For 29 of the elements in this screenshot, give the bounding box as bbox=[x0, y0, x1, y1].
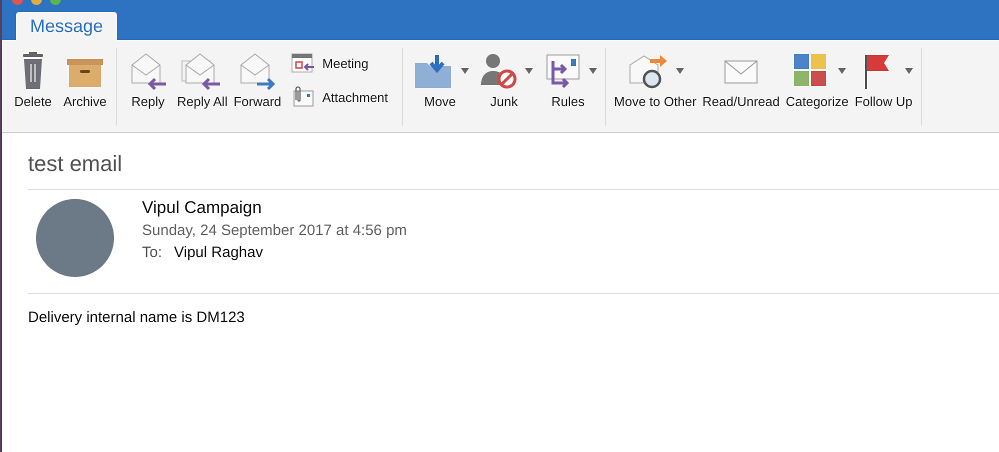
ribbon-tab[interactable]: Message bbox=[16, 12, 118, 40]
caret-icon bbox=[525, 68, 534, 74]
ribbon-button[interactable]: Rules bbox=[537, 48, 600, 109]
caret-icon bbox=[838, 68, 846, 74]
caret-icon bbox=[589, 68, 598, 74]
ribbon-button[interactable]: Reply All bbox=[175, 48, 230, 109]
ribbon-button[interactable]: Archive bbox=[60, 48, 110, 109]
ribbon-button[interactable]: Categorize bbox=[784, 48, 851, 109]
ribbon-button[interactable]: Junk bbox=[473, 48, 536, 109]
caret-icon bbox=[904, 68, 913, 74]
ribbon-button[interactable]: Move to Other bbox=[612, 48, 698, 109]
ribbon-button[interactable]: Attachment bbox=[291, 86, 388, 108]
sender-name: Vipul Campaign bbox=[142, 197, 263, 219]
email-body: Delivery internal name is DM123 bbox=[28, 308, 246, 326]
caret-icon bbox=[676, 68, 684, 74]
ribbon-button[interactable]: Read/Unread bbox=[700, 48, 782, 109]
ribbon-button[interactable]: Move bbox=[409, 48, 472, 109]
recipient-name: Vipul Raghav bbox=[174, 243, 263, 263]
email-subject: test email bbox=[28, 151, 124, 178]
ribbon-button[interactable]: Forward bbox=[232, 48, 284, 109]
ribbon-button[interactable]: Delete bbox=[8, 48, 58, 109]
sent-date: Sunday, 24 September 2017 at 4:56 pm bbox=[142, 221, 407, 241]
ribbon-button[interactable]: Follow Up bbox=[852, 48, 915, 109]
caret-icon bbox=[461, 68, 470, 74]
ribbon-button[interactable]: Meeting bbox=[291, 52, 388, 74]
paperclip-icon bbox=[291, 86, 316, 108]
calendar-icon bbox=[291, 52, 316, 74]
ribbon-button[interactable]: Reply bbox=[123, 48, 173, 109]
to-label: To: bbox=[142, 243, 162, 263]
